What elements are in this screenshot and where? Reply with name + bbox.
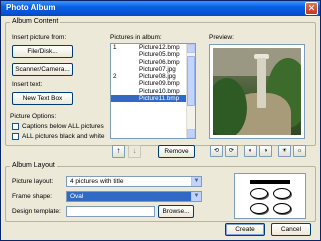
preview-pane bbox=[209, 44, 305, 139]
frame-shape-select[interactable]: Oval ▼ bbox=[66, 191, 202, 202]
oval-frame-icon bbox=[250, 188, 268, 199]
layout-title-bar bbox=[250, 180, 290, 184]
black-white-checkbox-label: ALL pictures black and white bbox=[22, 133, 105, 140]
insert-text-label: Insert text: bbox=[12, 81, 43, 88]
layout-preview-thumbnail bbox=[234, 173, 306, 219]
contrast-less-icon[interactable]: ◑ bbox=[259, 145, 272, 157]
picture-layout-select[interactable]: 4 pictures with title ▼ bbox=[66, 176, 202, 187]
black-white-checkbox[interactable]: ALL pictures black and white bbox=[12, 133, 105, 140]
scanner-camera-button[interactable]: Scanner/Camera... bbox=[12, 63, 73, 76]
scroll-thumb[interactable] bbox=[187, 56, 195, 106]
list-scrollbar[interactable] bbox=[186, 44, 195, 138]
oval-frame-icon bbox=[273, 188, 291, 199]
oval-frame-icon bbox=[273, 203, 291, 214]
chevron-down-icon[interactable]: ▼ bbox=[191, 192, 201, 201]
chevron-down-icon[interactable]: ▼ bbox=[191, 177, 201, 186]
list-item[interactable]: Picture06.bmp bbox=[111, 59, 195, 66]
list-item-number: 2 bbox=[113, 73, 117, 81]
new-text-box-button[interactable]: New Text Box bbox=[12, 92, 73, 105]
brightness-more-icon[interactable]: ☀ bbox=[278, 145, 291, 157]
album-layout-title: Album Layout bbox=[10, 162, 57, 169]
insert-picture-label: Insert picture from: bbox=[12, 34, 67, 41]
captions-checkbox[interactable]: Captions below ALL pictures bbox=[12, 123, 104, 130]
oval-frame-icon bbox=[250, 203, 268, 214]
list-item-name: Picture06.bmp bbox=[139, 58, 180, 66]
frame-shape-label: Frame shape: bbox=[12, 193, 53, 200]
remove-button[interactable]: Remove bbox=[158, 145, 195, 158]
contrast-more-icon[interactable]: ◐ bbox=[244, 145, 257, 157]
dialog-title: Photo Album bbox=[6, 3, 56, 12]
captions-checkbox-label: Captions below ALL pictures bbox=[22, 123, 104, 130]
list-item-name: Picture12.bmp bbox=[139, 44, 180, 51]
picture-layout-label: Picture layout: bbox=[12, 178, 54, 185]
design-template-label: Design template: bbox=[12, 208, 61, 215]
move-up-button[interactable]: ↑ bbox=[112, 145, 125, 158]
black-white-checkbox-box[interactable] bbox=[12, 133, 19, 140]
list-item-selected[interactable]: Picture11.bmp bbox=[111, 95, 195, 103]
album-content-title: Album Content bbox=[10, 18, 61, 25]
list-item-name: Picture10.bmp bbox=[139, 87, 180, 95]
design-template-input[interactable] bbox=[66, 206, 155, 217]
arrow-up-icon: ↑ bbox=[116, 146, 121, 155]
list-item[interactable]: Picture05.bmp bbox=[111, 51, 195, 58]
list-item-name: Picture09.bmp bbox=[139, 80, 180, 88]
file-disk-button[interactable]: File/Disk... bbox=[12, 45, 73, 58]
cancel-button[interactable]: Cancel bbox=[271, 223, 311, 236]
scroll-down-arrow-icon[interactable] bbox=[187, 129, 195, 138]
create-button[interactable]: Create bbox=[225, 223, 265, 236]
scroll-up-arrow-icon[interactable] bbox=[187, 44, 195, 53]
pictures-list: 1 Picture12.bmp Picture05.bmp Picture06.b… bbox=[111, 44, 195, 103]
photo-album-dialog: Photo Album ✕ Album Content Insert pictu… bbox=[0, 0, 321, 241]
list-item[interactable]: Picture09.bmp bbox=[111, 80, 195, 87]
picture-options-label: Picture Options: bbox=[10, 113, 57, 120]
picture-layout-value: 4 pictures with title bbox=[70, 178, 124, 185]
list-item[interactable]: Picture07.jpg bbox=[111, 66, 195, 73]
arrow-down-icon: ↓ bbox=[132, 146, 137, 155]
list-item-name: Picture08.jpg bbox=[139, 73, 176, 81]
title-bar[interactable]: Photo Album ✕ bbox=[1, 1, 320, 16]
rotate-right-icon[interactable]: ⟳ bbox=[225, 145, 238, 157]
captions-checkbox-box[interactable] bbox=[12, 123, 19, 130]
brightness-less-icon[interactable]: ☼ bbox=[293, 145, 306, 157]
list-item[interactable]: 2 Picture08.jpg bbox=[111, 73, 195, 80]
list-item-name: Picture11.bmp bbox=[139, 95, 180, 103]
browse-button[interactable]: Browse... bbox=[158, 205, 194, 218]
pictures-listbox[interactable]: 1 Picture12.bmp Picture05.bmp Picture06.b… bbox=[110, 43, 196, 139]
list-item[interactable]: Picture10.bmp bbox=[111, 88, 195, 95]
frame-shape-value: Oval bbox=[70, 193, 84, 200]
list-item-name: Picture07.jpg bbox=[139, 65, 176, 73]
list-item[interactable]: 1 Picture12.bmp bbox=[111, 44, 195, 51]
list-item-name: Picture05.bmp bbox=[139, 51, 180, 59]
preview-photo bbox=[213, 48, 301, 135]
move-down-button[interactable]: ↓ bbox=[128, 145, 141, 158]
preview-label: Preview: bbox=[209, 34, 234, 41]
rotate-left-icon[interactable]: ⟲ bbox=[210, 145, 223, 157]
list-item-number: 1 bbox=[113, 44, 117, 51]
pictures-in-album-label: Pictures in album: bbox=[110, 34, 162, 41]
close-icon[interactable]: ✕ bbox=[305, 2, 318, 15]
